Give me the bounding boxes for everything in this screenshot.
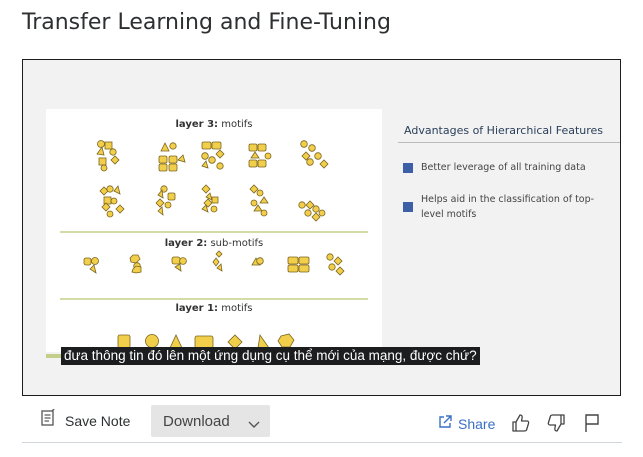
layer3-label: layer 3: motifs xyxy=(175,119,253,130)
thumbs-down-icon[interactable] xyxy=(546,413,566,438)
advantage-text: Helps aid in the classification of top-l… xyxy=(421,194,595,220)
chevron-down-icon xyxy=(248,416,260,433)
hierarchical-features-figure: layer 3: motifs layer 2: sub-motifs laye… xyxy=(46,109,382,352)
bullet-square xyxy=(403,202,413,212)
divider xyxy=(22,442,622,443)
download-dropdown[interactable]: Download xyxy=(151,405,270,437)
flag-icon[interactable] xyxy=(583,413,601,438)
download-label: Download xyxy=(163,412,230,430)
advantages-title: Advantages of Hierarchical Features xyxy=(404,124,604,137)
layer1-label: layer 1: motifs xyxy=(175,303,253,314)
note-icon xyxy=(40,407,56,432)
video-subtitle: đưa thông tin đó lên một ứng dụng cụ thể… xyxy=(61,347,480,365)
lecture-action-bar: Save Note Download Share xyxy=(22,403,622,439)
share-button[interactable]: Share xyxy=(438,415,495,432)
share-label: Share xyxy=(458,415,496,432)
layer2-label: layer 2: sub-motifs xyxy=(164,238,264,249)
save-note-button[interactable]: Save Note xyxy=(40,407,131,432)
video-player[interactable]: layer 3: motifs layer 2: sub-motifs laye… xyxy=(22,59,621,396)
thumbs-up-icon[interactable] xyxy=(511,413,531,438)
save-note-label: Save Note xyxy=(65,412,131,429)
share-icon xyxy=(438,415,452,432)
bullet-square xyxy=(403,163,413,173)
advantage-text: Better leverage of all training data xyxy=(421,162,586,173)
lecture-title: Transfer Learning and Fine-Tuning xyxy=(22,10,391,35)
motif-shapes-diagram xyxy=(60,140,368,350)
advantages-divider xyxy=(398,142,620,143)
